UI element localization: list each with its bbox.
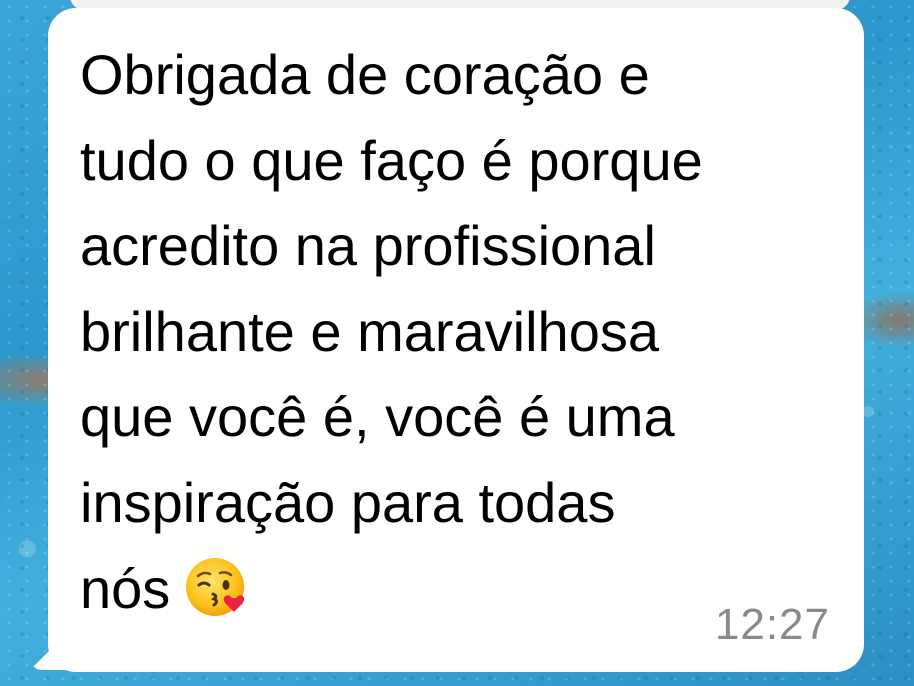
message-line: inspiração para todas — [80, 470, 616, 534]
message-line: Obrigada de coração e — [80, 43, 650, 106]
message-line-text: nós — [80, 556, 171, 620]
message-line: que você é, você é uma — [80, 385, 675, 449]
message-line: brilhante e maravilhosa — [80, 299, 659, 363]
message-line: acredito na profissional — [80, 214, 656, 278]
kissing-face-emoji-icon — [184, 554, 250, 620]
message-timestamp: 12:27 — [714, 600, 830, 649]
message-text: Obrigada de coração e tudo o que faço é … — [80, 32, 840, 631]
message-line: tudo o que faço é porque — [80, 128, 703, 192]
